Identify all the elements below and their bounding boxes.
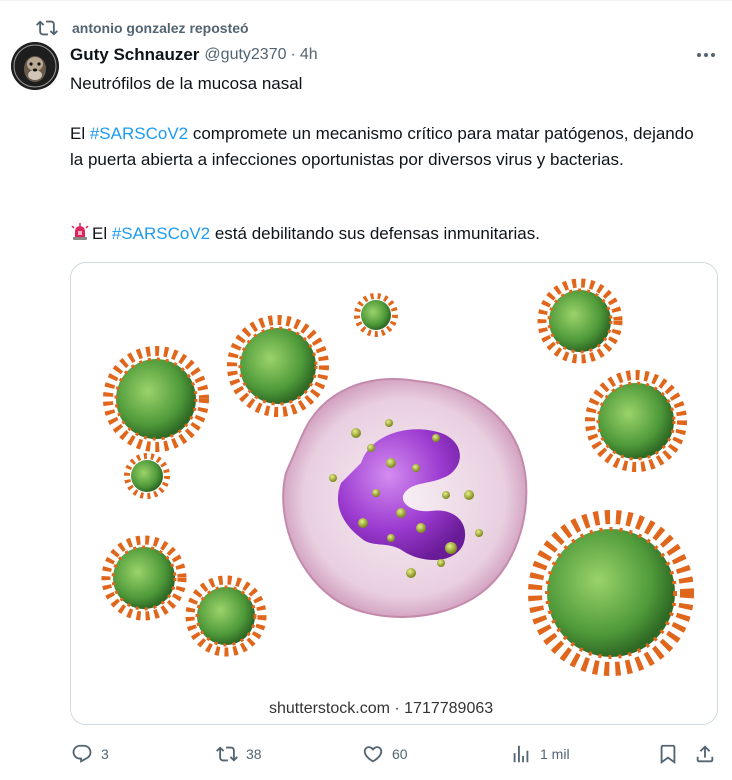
neutrophil-cell [282, 377, 528, 618]
para2-pre: El [70, 124, 90, 143]
post-line-1: Neutrófilos de la mucosa nasal [70, 74, 303, 93]
neutrophil-virus-illustration [71, 263, 717, 724]
author-handle[interactable]: @guty2370 [204, 46, 286, 64]
share-button[interactable] [694, 740, 724, 768]
repost-count: 38 [246, 746, 262, 762]
bookmark-icon [660, 744, 676, 765]
views-button[interactable]: 1 mil [510, 740, 570, 768]
repost-button[interactable]: 38 [216, 740, 262, 768]
repost-text: antonio gonzalez reposteó [72, 20, 249, 36]
post-paragraph-3: El #SARSCoV2 está debilitando sus defens… [70, 221, 700, 247]
repost-action-icon [216, 746, 238, 762]
hashtag-link[interactable]: #SARSCoV2 [90, 124, 188, 143]
virus-particle [585, 370, 687, 472]
reply-count: 3 [101, 746, 109, 762]
top-divider [0, 0, 732, 1]
para3-post: está debilitando sus defensas inmunitari… [210, 224, 540, 243]
virus-particle [227, 315, 329, 417]
police-light-emoji [71, 223, 89, 240]
hashtag-link-2[interactable]: #SARSCoV2 [112, 224, 210, 243]
more-options-icon[interactable] [693, 44, 719, 66]
post-header: Guty Schnauzer @guty2370 · 4h [70, 44, 318, 66]
action-bar: 3 38 60 1 mil [0, 740, 732, 768]
views-chart-icon [513, 745, 529, 763]
share-icon [696, 745, 714, 763]
author-name[interactable]: Guty Schnauzer [70, 45, 199, 65]
repost-indicator[interactable]: antonio gonzalez reposteó [36, 17, 249, 39]
post-media[interactable]: shutterstock.com · 1717789063 [70, 262, 718, 725]
reply-button[interactable]: 3 [71, 740, 109, 768]
reply-icon [72, 744, 92, 763]
heart-icon [363, 746, 383, 763]
para3-pre: El [92, 224, 112, 243]
avatar[interactable] [11, 42, 59, 90]
repost-icon [36, 20, 58, 36]
header-separator: · [290, 46, 296, 63]
post-paragraph-2: El #SARSCoV2 compromete un mecanismo crí… [70, 121, 700, 173]
watermark: shutterstock.com · 1717789063 [269, 700, 494, 717]
like-button[interactable]: 60 [362, 740, 408, 768]
post-time[interactable]: 4h [300, 46, 318, 64]
bookmark-button[interactable] [657, 740, 687, 768]
like-count: 60 [392, 746, 408, 762]
views-count: 1 mil [540, 746, 570, 762]
